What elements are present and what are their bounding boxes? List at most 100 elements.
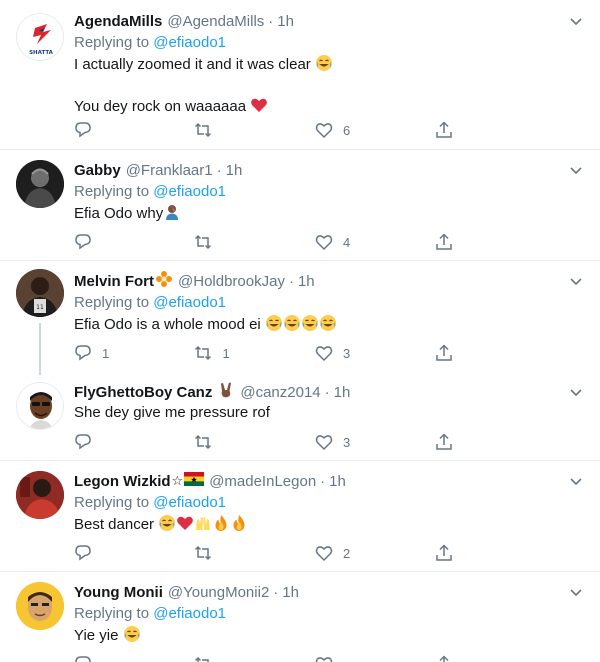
share-icon xyxy=(436,433,453,450)
separator-dot: · xyxy=(288,272,294,290)
replying-to: Replying to @efiaodo1 xyxy=(74,605,226,622)
separator-dot: · xyxy=(273,583,279,601)
avatar[interactable] xyxy=(16,582,64,630)
like-button[interactable] xyxy=(315,654,435,662)
avatar[interactable] xyxy=(16,471,64,519)
retweet-button[interactable] xyxy=(194,432,314,452)
facepalm-emoji-icon xyxy=(163,203,181,227)
retweet-icon xyxy=(195,234,212,250)
timestamp[interactable]: 1h xyxy=(329,473,346,490)
chevron-down-icon[interactable] xyxy=(568,384,584,400)
mention-link[interactable]: @efiaodo1 xyxy=(153,605,226,622)
reply-button[interactable] xyxy=(74,120,194,140)
retweet-button[interactable] xyxy=(194,654,314,662)
timestamp[interactable]: 1h xyxy=(298,273,315,290)
avatar[interactable] xyxy=(16,382,64,430)
reply-button[interactable] xyxy=(74,543,194,563)
ghana-flag-icon xyxy=(184,472,205,490)
chevron-down-icon[interactable] xyxy=(568,13,584,29)
handle[interactable]: @AgendaMills xyxy=(167,13,264,30)
timestamp[interactable]: 1h xyxy=(277,13,294,30)
avatar[interactable]: SHATTA xyxy=(16,13,64,61)
joy-emoji-icon xyxy=(123,625,141,649)
tweet-melvin-fort[interactable]: 11 Melvin Fort @HoldbrookJay · 1h Replyi… xyxy=(0,261,600,375)
reply-button[interactable] xyxy=(74,232,194,252)
reply-icon xyxy=(75,545,91,561)
share-button[interactable] xyxy=(435,654,474,662)
tweet-flyghettoboy-canz[interactable]: FlyGhettoBoy Canz @canz2014 · 1h She dey… xyxy=(0,372,600,461)
retweet-button[interactable] xyxy=(194,543,314,563)
tweet-young-monii[interactable]: Young Monii @YoungMonii2 · 1h Replying t… xyxy=(0,572,600,662)
like-count: 4 xyxy=(342,234,351,250)
like-icon xyxy=(315,123,333,139)
like-icon xyxy=(315,435,333,451)
retweet-button[interactable]: 1 xyxy=(194,343,314,363)
display-name[interactable]: FlyGhettoBoy Canz xyxy=(74,384,212,401)
timestamp[interactable]: 1h xyxy=(226,162,243,179)
separator-dot: · xyxy=(320,472,326,490)
timestamp[interactable]: 1h xyxy=(282,584,299,601)
display-name[interactable]: Young Monii xyxy=(74,584,163,601)
share-button[interactable] xyxy=(435,120,474,140)
joy-emoji-icon xyxy=(319,314,337,338)
share-button[interactable] xyxy=(435,343,474,363)
separator-dot: · xyxy=(216,161,222,179)
handle[interactable]: @YoungMonii2 xyxy=(168,584,269,601)
like-count: 2 xyxy=(342,545,351,561)
cartoon-avatar xyxy=(16,582,64,630)
retweet-icon xyxy=(195,345,212,361)
tweet-agendamills[interactable]: SHATTA AgendaMills @AgendaMills · 1h Rep… xyxy=(0,0,600,150)
tweet-legon-wizkid[interactable]: Legon Wizkid ☆ @madeInLegon · 1h Replyin… xyxy=(0,461,600,572)
share-button[interactable] xyxy=(435,232,474,252)
chevron-down-icon[interactable] xyxy=(568,584,584,600)
handle[interactable]: @canz2014 xyxy=(240,384,320,401)
replying-to: Replying to @efiaodo1 xyxy=(74,34,226,51)
timestamp[interactable]: 1h xyxy=(334,384,351,401)
like-button[interactable]: 4 xyxy=(315,232,435,252)
display-name[interactable]: Gabby xyxy=(74,162,121,179)
reply-button[interactable] xyxy=(74,654,194,662)
reply-icon xyxy=(75,345,91,361)
retweet-icon xyxy=(195,122,212,138)
reply-button[interactable]: 1 xyxy=(74,343,194,363)
display-name[interactable]: AgendaMills xyxy=(74,13,162,30)
reply-feed: SHATTA AgendaMills @AgendaMills · 1h Rep… xyxy=(0,0,600,662)
retweet-button[interactable] xyxy=(194,232,314,252)
flower-emoji-icon xyxy=(155,270,173,292)
share-icon xyxy=(436,121,453,138)
share-button[interactable] xyxy=(435,432,474,452)
like-count: 3 xyxy=(342,434,351,450)
handle[interactable]: @madeInLegon xyxy=(209,473,316,490)
mention-link[interactable]: @efiaodo1 xyxy=(153,34,226,51)
like-button[interactable]: 2 xyxy=(315,543,435,563)
joy-emoji-group xyxy=(265,315,337,333)
mention-link[interactable]: @efiaodo1 xyxy=(153,494,226,511)
mention-link[interactable]: @efiaodo1 xyxy=(153,294,226,311)
reply-icon xyxy=(75,234,91,250)
handle[interactable]: @HoldbrookJay xyxy=(178,273,285,290)
display-name[interactable]: Legon Wizkid xyxy=(74,473,171,490)
handle[interactable]: @Franklaar1 xyxy=(126,162,213,179)
display-name[interactable]: Melvin Fort xyxy=(74,273,154,290)
chevron-down-icon[interactable] xyxy=(568,273,584,289)
chevron-down-icon[interactable] xyxy=(568,162,584,178)
tweet-text: Efia Odo is a whole mood ei xyxy=(74,314,584,338)
like-button[interactable]: 6 xyxy=(315,120,435,140)
avatar[interactable] xyxy=(16,160,64,208)
tweet-text: She dey give me pressure rof xyxy=(74,404,270,421)
share-button[interactable] xyxy=(435,543,474,563)
separator-dot: · xyxy=(324,383,330,401)
mention-link[interactable]: @efiaodo1 xyxy=(153,183,226,200)
like-button[interactable]: 3 xyxy=(315,343,435,363)
joy-emoji-icon xyxy=(265,314,283,338)
chevron-down-icon[interactable] xyxy=(568,473,584,489)
tweet-text: Yie yie xyxy=(74,625,584,649)
reply-button[interactable] xyxy=(74,432,194,452)
tweet-gabby[interactable]: Gabby @Franklaar1 · 1h Replying to @efia… xyxy=(0,150,600,261)
share-icon xyxy=(436,544,453,561)
like-button[interactable]: 3 xyxy=(315,432,435,452)
tweet-text: I actually zoomed it and it was clear xyxy=(74,54,584,78)
retweet-button[interactable] xyxy=(194,120,314,140)
retweet-icon xyxy=(195,656,210,662)
avatar[interactable]: 11 xyxy=(16,269,64,317)
